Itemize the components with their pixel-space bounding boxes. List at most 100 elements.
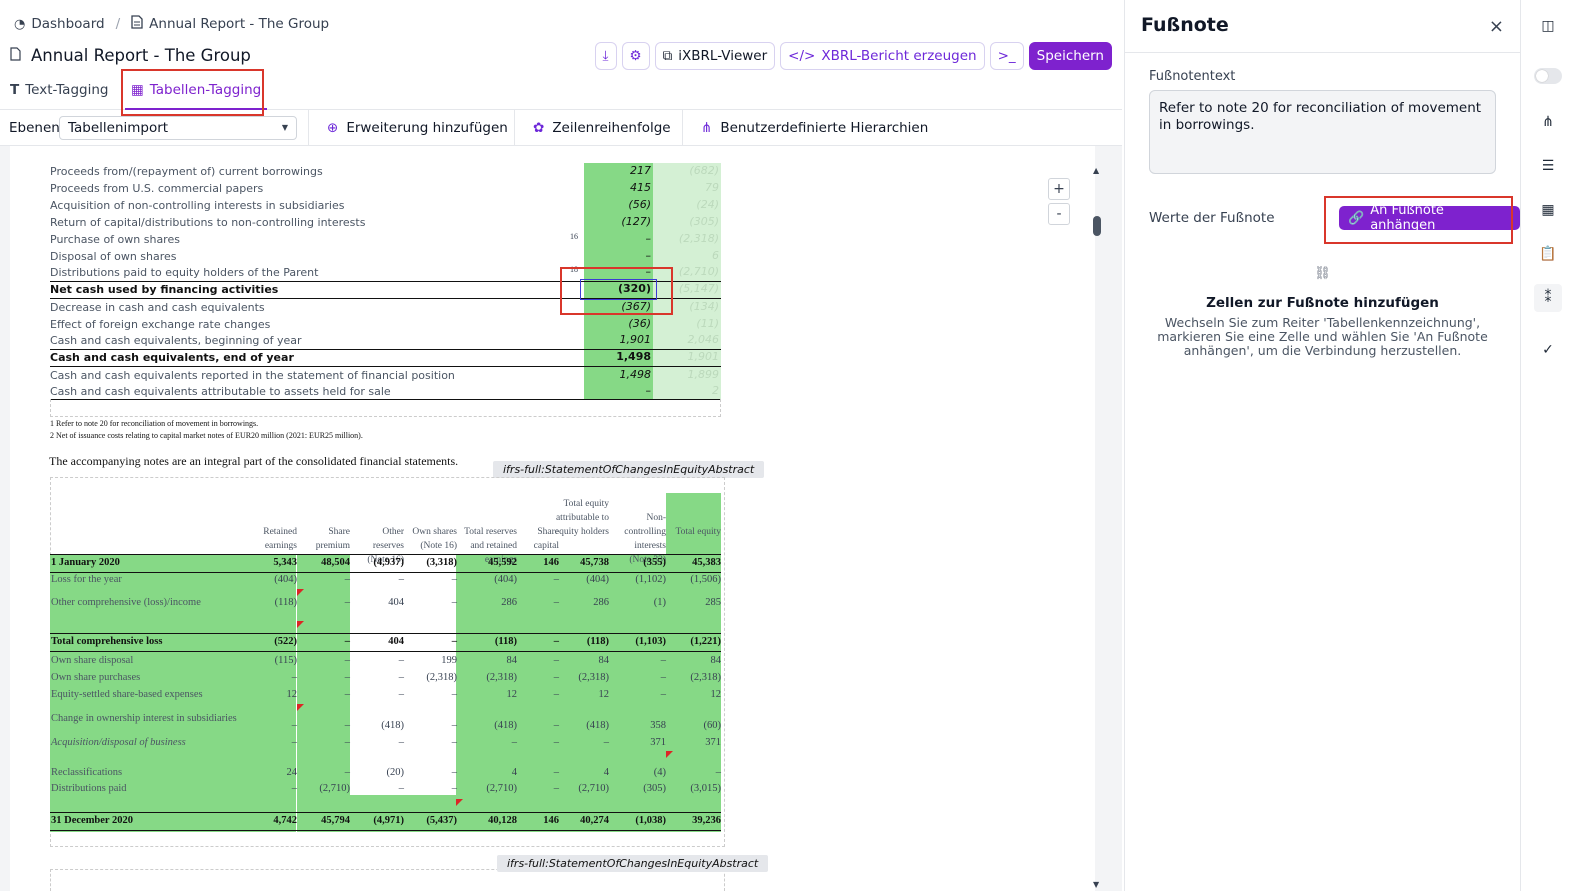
equity-value-cell[interactable]: – xyxy=(310,767,350,778)
equity-value-cell[interactable]: (404) xyxy=(561,574,609,585)
equity-value-cell[interactable]: 24 xyxy=(253,767,298,778)
equity-value-cell[interactable]: – xyxy=(413,636,457,647)
cashflow-prior-cell[interactable]: 1,901 xyxy=(653,350,721,363)
equity-value-cell[interactable]: – xyxy=(253,783,297,794)
equity-value-cell[interactable]: 4 xyxy=(459,767,517,778)
footnote-flag-icon[interactable] xyxy=(297,704,304,711)
scroll-up-icon[interactable]: ▲ xyxy=(1093,166,1099,175)
add-extension-button[interactable]: ⊕ Erweiterung hinzufügen xyxy=(308,110,526,146)
cashflow-value-cell[interactable]: 1,498 xyxy=(584,368,653,381)
equity-value-cell[interactable]: 40,274 xyxy=(561,815,609,826)
equity-value-cell[interactable]: 40,128 xyxy=(459,815,517,826)
equity-value-cell[interactable]: (305) xyxy=(620,783,666,794)
equity-value-cell[interactable]: – xyxy=(358,783,404,794)
cashflow-value-cell[interactable]: 217 xyxy=(584,164,653,177)
equity-value-cell[interactable]: (1,038) xyxy=(620,815,666,826)
equity-value-cell[interactable]: (418) xyxy=(561,720,609,731)
cashflow-value-cell[interactable]: (36) xyxy=(584,317,653,330)
cashflow-prior-cell[interactable]: 79 xyxy=(653,181,721,194)
vertical-scrollbar[interactable]: ▲ ▼ xyxy=(1090,160,1104,891)
equity-value-cell[interactable]: (2,318) xyxy=(677,672,721,683)
settings-button[interactable]: ⚙ xyxy=(621,42,650,70)
equity-value-cell[interactable]: – xyxy=(413,574,457,585)
row-order-button[interactable]: ✿ Zeilenreihenfolge xyxy=(514,110,689,146)
equity-value-cell[interactable]: – xyxy=(527,655,559,666)
equity-value-cell[interactable]: 4 xyxy=(561,767,609,778)
cashflow-prior-cell[interactable]: (2,710) xyxy=(653,265,721,278)
equity-value-cell[interactable]: (418) xyxy=(358,720,404,731)
equity-value-cell[interactable]: – xyxy=(620,689,666,700)
cashflow-prior-cell[interactable]: (305) xyxy=(653,215,721,228)
cashflow-prior-cell[interactable]: (682) xyxy=(653,164,721,177)
equity-value-cell[interactable]: – xyxy=(527,689,559,700)
equity-value-cell[interactable]: (1,103) xyxy=(620,636,666,647)
tab-text-tagging[interactable]: T Text-Tagging xyxy=(10,82,108,98)
equity-value-cell[interactable]: 12 xyxy=(253,689,298,700)
save-button[interactable]: Speichern xyxy=(1028,42,1112,70)
equity-value-cell[interactable]: 404 xyxy=(358,597,404,608)
equity-value-cell[interactable]: – xyxy=(561,737,609,748)
equity-value-cell[interactable]: (2,710) xyxy=(561,783,609,794)
equity-value-cell[interactable]: – xyxy=(527,597,559,608)
equity-value-cell[interactable]: – xyxy=(310,720,350,731)
equity-value-cell[interactable]: (4) xyxy=(620,767,666,778)
equity-value-cell[interactable]: 285 xyxy=(677,597,721,608)
equity-value-cell[interactable]: 358 xyxy=(620,720,666,731)
equity-value-cell[interactable]: – xyxy=(253,720,297,731)
equity-value-cell[interactable]: – xyxy=(413,767,457,778)
equity-value-cell[interactable]: (1,506) xyxy=(677,574,721,585)
scrollbar-thumb[interactable] xyxy=(1093,216,1101,236)
cashflow-value-cell[interactable]: – xyxy=(584,232,653,245)
equity-value-cell[interactable]: (404) xyxy=(253,574,297,585)
equity-value-cell[interactable]: – xyxy=(253,737,297,748)
equity-value-cell[interactable]: 84 xyxy=(677,655,722,666)
ixbrl-viewer-button[interactable]: ⧉ iXBRL-Viewer xyxy=(654,42,776,70)
equity-value-cell[interactable]: – xyxy=(677,767,721,778)
equity-value-cell[interactable]: 371 xyxy=(620,737,666,748)
cashflow-prior-cell[interactable]: 2 xyxy=(653,384,721,397)
equity-value-cell[interactable]: – xyxy=(310,636,350,647)
equity-value-cell[interactable]: 45,383 xyxy=(677,557,721,568)
equity-value-cell[interactable]: (60) xyxy=(677,720,722,731)
selected-cell-outline[interactable] xyxy=(580,279,657,300)
equity-value-cell[interactable]: (4,937) xyxy=(358,557,404,568)
equity-value-cell[interactable]: 12 xyxy=(561,689,610,700)
equity-value-cell[interactable]: (5,437) xyxy=(413,815,457,826)
equity-value-cell[interactable]: 45,592 xyxy=(459,557,517,568)
footnote-flag-icon[interactable] xyxy=(297,621,304,628)
equity-value-cell[interactable]: – xyxy=(253,672,297,683)
concept-tag-2[interactable]: ifrs-full:StatementOfChangesInEquityAbst… xyxy=(497,855,769,872)
clipboard-icon[interactable]: 📋 xyxy=(1534,240,1562,268)
cashflow-value-cell[interactable]: 1,901 xyxy=(584,333,653,346)
equity-value-cell[interactable]: (3,015) xyxy=(677,783,721,794)
equity-value-cell[interactable]: (2,710) xyxy=(310,783,350,794)
panel-toggle-icon[interactable]: ◫ xyxy=(1534,12,1562,40)
equity-value-cell[interactable]: – xyxy=(413,720,457,731)
cashflow-value-cell[interactable]: – xyxy=(584,265,653,278)
equity-value-cell[interactable]: (2,710) xyxy=(459,783,517,794)
equity-value-cell[interactable]: (2,318) xyxy=(413,672,457,683)
concept-tag-1[interactable]: ifrs-full:StatementOfChangesInEquityAbst… xyxy=(493,461,765,478)
equity-value-cell[interactable]: 146 xyxy=(527,557,559,568)
equity-value-cell[interactable]: – xyxy=(358,655,404,666)
footnote-flag-icon[interactable] xyxy=(297,589,304,596)
cashflow-value-cell[interactable]: – xyxy=(584,249,653,262)
equity-value-cell[interactable]: – xyxy=(413,783,457,794)
equity-value-cell[interactable]: – xyxy=(413,737,457,748)
equity-value-cell[interactable]: (2,318) xyxy=(561,672,609,683)
toggle-switch[interactable] xyxy=(1534,62,1562,90)
cashflow-value-cell[interactable]: (127) xyxy=(584,215,653,228)
check-circle-icon[interactable]: ✓ xyxy=(1534,336,1562,364)
cashflow-value-cell[interactable]: (367) xyxy=(584,300,653,313)
equity-value-cell[interactable]: 84 xyxy=(561,655,610,666)
equity-value-cell[interactable]: (4,971) xyxy=(358,815,404,826)
equity-value-cell[interactable]: (1) xyxy=(620,597,666,608)
equity-value-cell[interactable]: (20) xyxy=(358,767,405,778)
close-icon[interactable]: × xyxy=(1489,16,1504,37)
equity-value-cell[interactable]: (355) xyxy=(620,557,666,568)
custom-hierarchies-button[interactable]: ⋔ Benutzerdefinierte Hierarchien xyxy=(682,110,946,146)
equity-value-cell[interactable]: – xyxy=(413,597,457,608)
calculator-icon[interactable]: ▦ xyxy=(1534,196,1562,224)
equity-value-cell[interactable]: 84 xyxy=(459,655,518,666)
equity-value-cell[interactable]: – xyxy=(527,672,559,683)
